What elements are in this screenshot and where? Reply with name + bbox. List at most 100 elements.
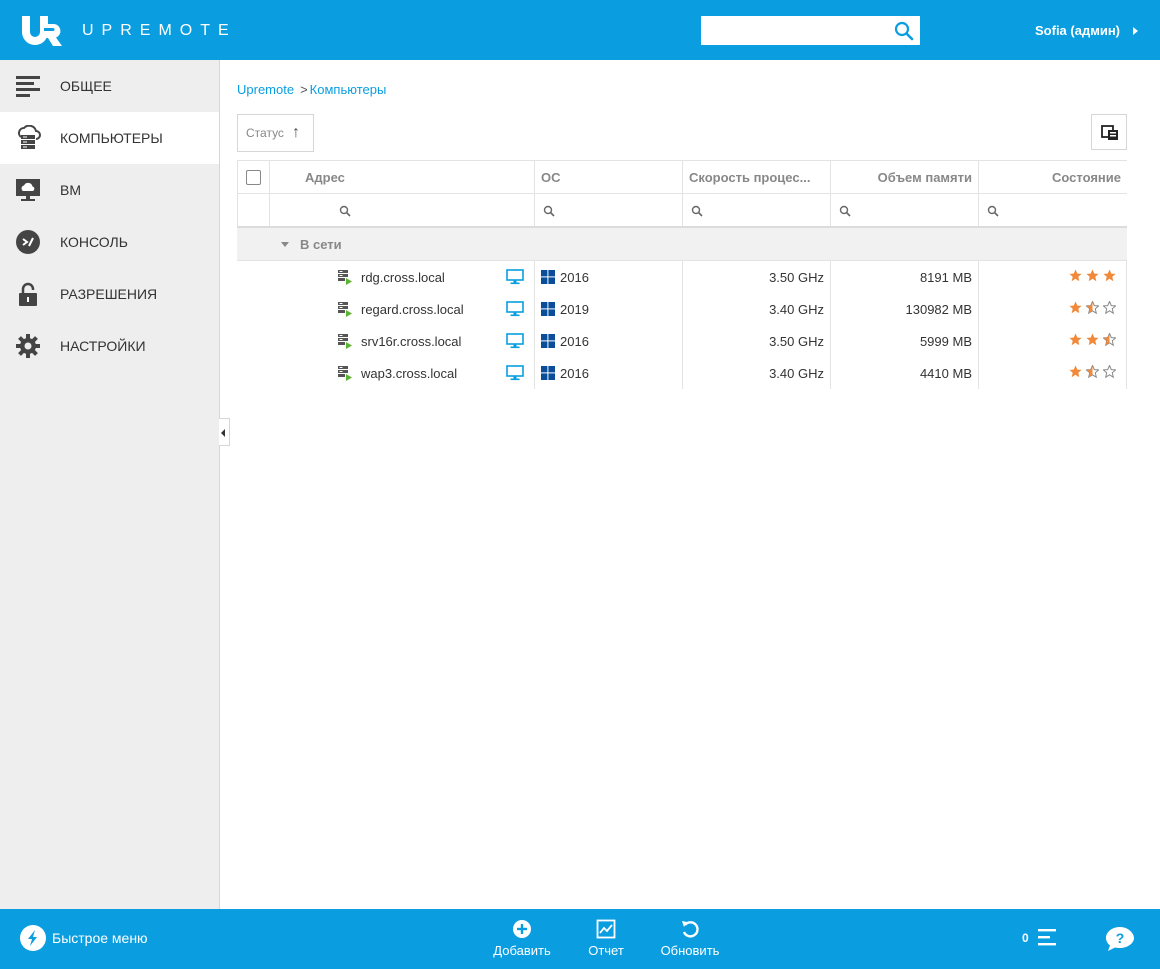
status-rating-cell xyxy=(979,325,1127,357)
memory-cell: 5999 MB xyxy=(831,325,979,357)
column-chooser-icon xyxy=(1101,125,1118,140)
header-select-cell xyxy=(237,161,270,193)
row-select-cell[interactable] xyxy=(237,261,270,293)
refresh-button[interactable]: Обновить xyxy=(655,919,725,958)
quick-menu-button[interactable]: Быстрое меню xyxy=(20,925,148,951)
console-icon xyxy=(16,230,40,254)
table-row[interactable]: wap3.cross.local 2016 3.40 GHz 4410 MB xyxy=(237,357,1127,389)
caret-right-icon[interactable] xyxy=(1133,27,1138,35)
vm-monitor-icon xyxy=(16,179,40,201)
grid-body: rdg.cross.local 2016 3.50 GHz 8191 MB re… xyxy=(237,261,1127,389)
sidebar-item-label: ОБЩЕЕ xyxy=(60,78,112,94)
help-chat-icon[interactable]: ? xyxy=(1104,925,1136,953)
table-row[interactable]: rdg.cross.local 2016 3.50 GHz 8191 MB xyxy=(237,261,1127,293)
os-cell: 2016 xyxy=(535,325,683,357)
remote-desktop-icon[interactable] xyxy=(506,365,524,381)
server-online-icon xyxy=(338,270,352,285)
memory-cell: 130982 MB xyxy=(831,293,979,325)
host-address[interactable]: regard.cross.local xyxy=(361,302,506,317)
task-list-icon[interactable] xyxy=(1038,927,1058,949)
row-select-cell[interactable] xyxy=(237,325,270,357)
sidebar-item-general[interactable]: ОБЩЕЕ xyxy=(0,60,219,112)
rating-star-icon xyxy=(1069,301,1082,317)
rating-star-icon xyxy=(1102,364,1117,381)
sidebar-item-label: ВМ xyxy=(60,182,81,198)
remote-desktop-icon[interactable] xyxy=(506,333,524,349)
user-menu[interactable]: Sofia (админ) xyxy=(1035,23,1120,38)
os-cell: 2019 xyxy=(535,293,683,325)
sidebar-item-label: КОМПЬЮТЕРЫ xyxy=(60,130,163,146)
filter-os[interactable] xyxy=(535,194,683,226)
add-button[interactable]: Добавить xyxy=(487,919,557,958)
host-address[interactable]: wap3.cross.local xyxy=(361,366,506,381)
memory-size: 8191 MB xyxy=(919,269,972,285)
cpu-cell: 3.40 GHz xyxy=(683,357,831,389)
sidebar-collapse-toggle[interactable] xyxy=(219,418,230,446)
os-version: 2016 xyxy=(560,365,589,381)
address-cell[interactable]: wap3.cross.local xyxy=(270,357,535,389)
rating-star-icon xyxy=(1085,300,1100,317)
gear-icon xyxy=(16,334,40,358)
address-cell[interactable]: srv16r.cross.local xyxy=(270,325,535,357)
row-select-cell[interactable] xyxy=(237,293,270,325)
remote-desktop-icon[interactable] xyxy=(506,301,524,317)
sidebar-item-settings[interactable]: НАСТРОЙКИ xyxy=(0,320,219,372)
sidebar-item-permissions[interactable]: РАЗРЕШЕНИЯ xyxy=(0,268,219,320)
sidebar-item-label: РАЗРЕШЕНИЯ xyxy=(60,286,158,302)
rating-star-icon xyxy=(1103,269,1116,285)
report-label: Отчет xyxy=(588,943,624,958)
chart-report-icon xyxy=(596,919,616,939)
host-address[interactable]: srv16r.cross.local xyxy=(361,334,506,349)
filter-memory[interactable] xyxy=(831,194,979,226)
breadcrumb-root[interactable]: Upremote xyxy=(237,82,294,97)
address-cell[interactable]: regard.cross.local xyxy=(270,293,535,325)
column-chooser-button[interactable] xyxy=(1091,114,1127,150)
sidebar-item-computers[interactable]: КОМПЬЮТЕРЫ xyxy=(0,112,219,164)
grid-filter-row xyxy=(237,194,1127,228)
rating-star-icon xyxy=(1085,364,1100,381)
column-header-address[interactable]: Адрес xyxy=(270,161,535,193)
column-header-status[interactable]: Состояние xyxy=(979,161,1127,193)
table-row[interactable]: srv16r.cross.local 2016 3.50 GHz 5999 MB xyxy=(237,325,1127,357)
filter-status[interactable] xyxy=(979,194,1127,226)
group-row-online[interactable]: В сети xyxy=(237,228,1127,261)
breadcrumb-current[interactable]: Компьютеры xyxy=(310,82,387,97)
filter-cpu[interactable] xyxy=(683,194,831,226)
sidebar-item-vm[interactable]: ВМ xyxy=(0,164,219,216)
search-icon[interactable] xyxy=(894,21,914,41)
remote-desktop-icon[interactable] xyxy=(506,269,524,285)
filter-search-icon xyxy=(543,205,555,217)
memory-size: 5999 MB xyxy=(919,333,972,349)
status-rating-cell xyxy=(979,293,1127,325)
column-header-memory[interactable]: Объем памяти xyxy=(831,161,979,193)
upremote-logo[interactable] xyxy=(20,14,62,46)
windows-logo-icon xyxy=(541,366,555,380)
column-header-cpu[interactable]: Скорость процес... xyxy=(683,161,831,193)
filter-address[interactable] xyxy=(270,194,535,226)
row-select-cell[interactable] xyxy=(237,357,270,389)
search-input[interactable] xyxy=(701,16,891,45)
address-cell[interactable]: rdg.cross.local xyxy=(270,261,535,293)
os-version: 2016 xyxy=(560,333,589,349)
logo-text: UPREMOTE xyxy=(82,22,237,39)
column-header-os[interactable]: ОС xyxy=(535,161,683,193)
status-rating-cell xyxy=(979,261,1127,293)
host-address[interactable]: rdg.cross.local xyxy=(361,270,506,285)
table-row[interactable]: regard.cross.local 2019 3.40 GHz 130982 … xyxy=(237,293,1127,325)
list-icon xyxy=(16,76,40,97)
rating-star-icon xyxy=(1069,269,1082,285)
lightning-icon xyxy=(20,925,46,951)
server-online-icon xyxy=(338,302,352,317)
sort-ascending-icon: ↑ xyxy=(291,124,300,141)
filter-search-icon xyxy=(987,205,999,217)
breadcrumb: Upremote > Компьютеры xyxy=(237,82,386,97)
quick-menu-label: Быстрое меню xyxy=(52,930,148,946)
select-all-checkbox[interactable] xyxy=(246,169,261,185)
sort-status-chip[interactable]: Статус ↑ xyxy=(237,114,314,152)
cpu-speed: 3.50 GHz xyxy=(769,333,824,349)
group-label: В сети xyxy=(300,236,342,252)
collapse-caret-icon[interactable] xyxy=(281,241,289,247)
report-button[interactable]: Отчет xyxy=(571,919,641,958)
rating-star-icon xyxy=(1069,365,1082,381)
sidebar-item-console[interactable]: КОНСОЛЬ xyxy=(0,216,219,268)
